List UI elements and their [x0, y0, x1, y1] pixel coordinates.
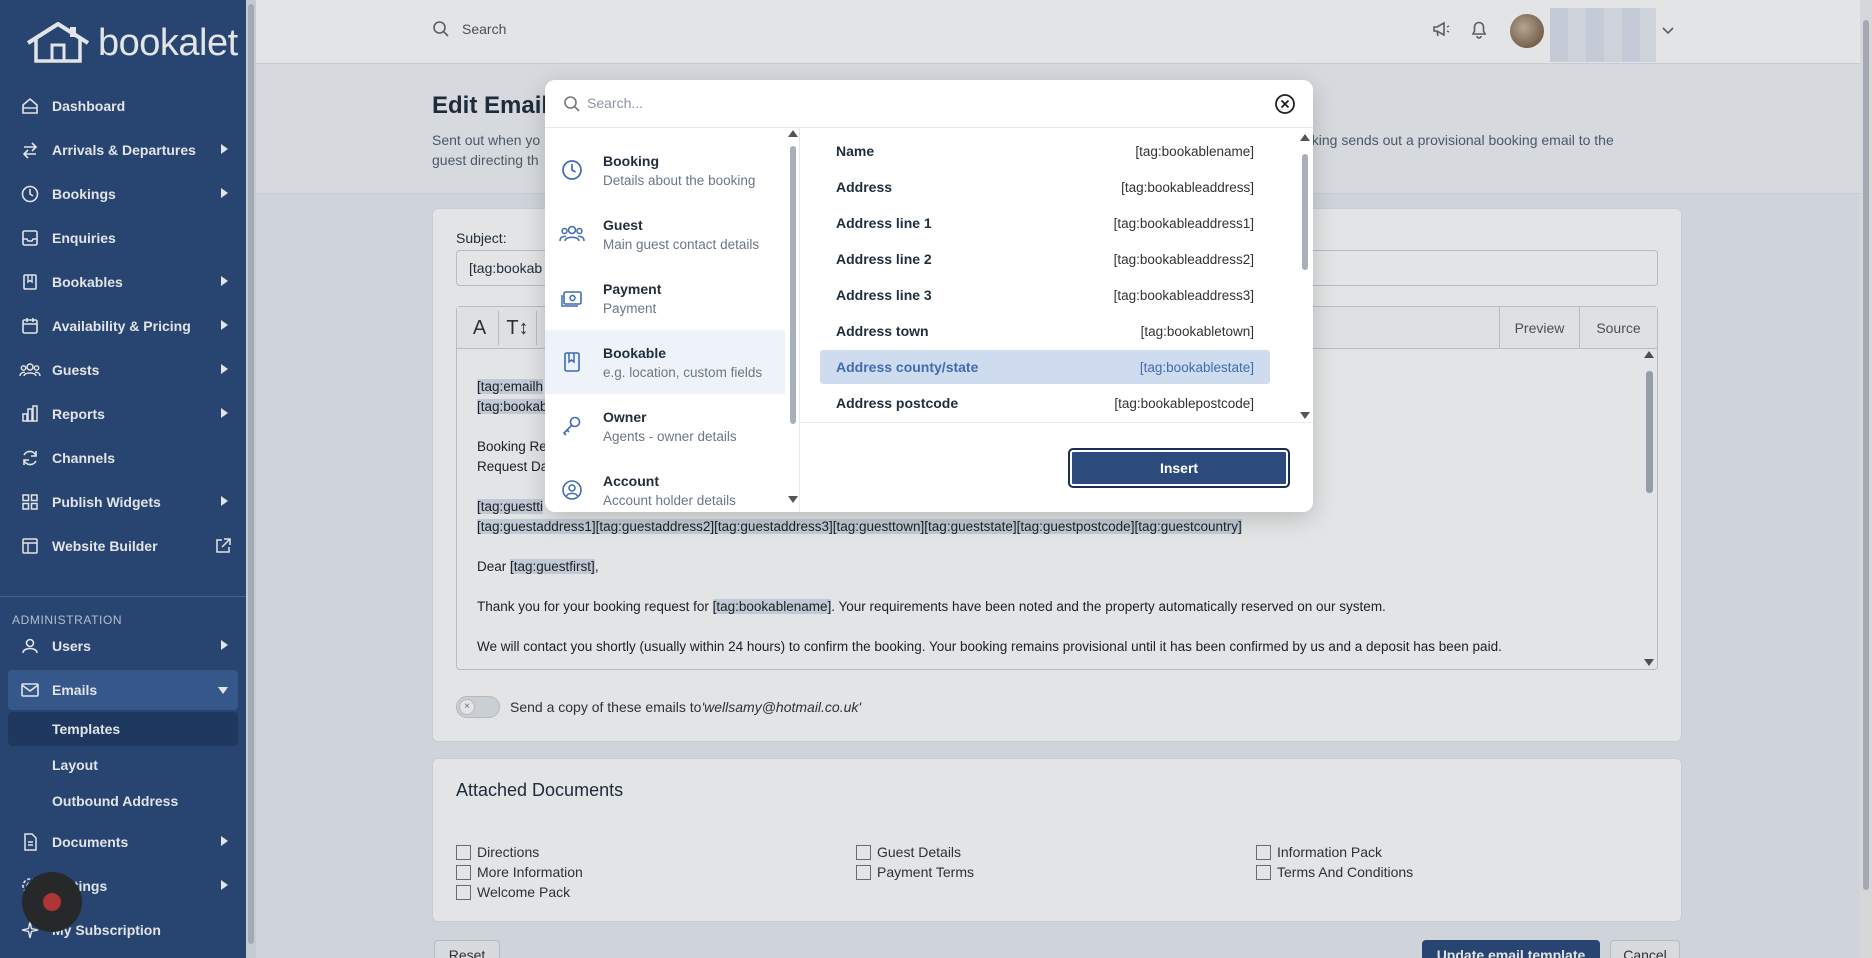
tag-label: Address line 3	[836, 287, 932, 303]
tag-code: [tag:bookablename]	[1135, 143, 1254, 159]
tag-code: [tag:bookableaddress]	[1121, 179, 1254, 195]
tag-row-address-county-state[interactable]: Address county/state [tag:bookablestate]	[820, 350, 1270, 384]
category-name: Payment	[603, 280, 662, 297]
tag-code: [tag:bookabletown]	[1140, 323, 1254, 339]
category-payment[interactable]: Payment Payment	[545, 266, 785, 330]
tag-scrollbar[interactable]	[1298, 132, 1312, 420]
tag-row-address-line-2[interactable]: Address line 2 [tag:bookableaddress2]	[820, 242, 1270, 276]
scroll-down-icon[interactable]	[788, 496, 798, 503]
tag-row-address-postcode[interactable]: Address postcode [tag:bookablepostcode]	[820, 386, 1270, 420]
category-bookable[interactable]: Bookable e.g. location, custom fields	[545, 330, 785, 394]
category-account[interactable]: Account Account holder details	[545, 458, 785, 512]
tag-code: [tag:bookablestate]	[1139, 359, 1254, 375]
tag-code: [tag:bookableaddress1]	[1113, 215, 1254, 231]
tag-row-name[interactable]: Name [tag:bookablename]	[820, 134, 1270, 168]
tag-label: Address town	[836, 323, 929, 339]
category-sub: Details about the booking	[603, 172, 756, 188]
insert-tag-modal: Search... Booking Details about the booki…	[545, 80, 1313, 512]
insert-button[interactable]: Insert	[1068, 448, 1290, 488]
modal-divider	[800, 422, 1313, 423]
tag-label: Address postcode	[836, 395, 959, 411]
tag-list: Name [tag:bookablename] Address [tag:booka…	[800, 128, 1313, 422]
scroll-up-icon[interactable]	[788, 130, 798, 137]
clock-icon	[559, 157, 585, 183]
book-icon	[559, 349, 585, 375]
close-icon[interactable]	[1274, 93, 1296, 115]
tag-row-address-line-3[interactable]: Address line 3 [tag:bookableaddress3]	[820, 278, 1270, 312]
account-icon	[559, 477, 585, 503]
tag-row-address-line-1[interactable]: Address line 1 [tag:bookableaddress1]	[820, 206, 1270, 240]
tag-row-address[interactable]: Address [tag:bookableaddress]	[820, 170, 1270, 204]
scroll-up-icon[interactable]	[1300, 134, 1310, 141]
category-sub: Agents - owner details	[603, 428, 737, 444]
tag-code: [tag:bookableaddress2]	[1113, 251, 1254, 267]
scrollbar-thumb[interactable]	[790, 146, 796, 424]
tag-code: [tag:bookableaddress3]	[1113, 287, 1254, 303]
category-name: Bookable	[603, 344, 667, 361]
tag-code: [tag:bookablepostcode]	[1114, 395, 1254, 411]
category-guest[interactable]: Guest Main guest contact details	[545, 202, 785, 266]
search-icon	[564, 96, 580, 112]
category-scrollbar[interactable]	[786, 130, 800, 504]
category-sub: Payment	[603, 300, 657, 316]
category-name: Booking	[603, 152, 659, 169]
category-sub: Account holder details	[603, 492, 736, 508]
category-list: Booking Details about the booking Guest Ma…	[545, 128, 800, 512]
category-name: Owner	[603, 408, 647, 425]
tag-label: Address	[836, 179, 893, 195]
category-booking[interactable]: Booking Details about the booking	[545, 138, 785, 202]
tag-label: Address line 2	[836, 251, 932, 267]
scrollbar-thumb[interactable]	[1302, 154, 1308, 270]
category-sub: e.g. location, custom fields	[603, 364, 763, 380]
category-sub: Main guest contact details	[603, 236, 760, 252]
category-name: Account	[603, 472, 659, 489]
modal-search-bar: Search...	[545, 80, 1313, 128]
modal-search-input[interactable]: Search...	[587, 95, 643, 111]
tag-label: Name	[836, 143, 875, 159]
tag-label: Address line 1	[836, 215, 932, 231]
scroll-down-icon[interactable]	[1300, 412, 1310, 419]
users-icon	[559, 221, 585, 247]
tag-label: Address county/state	[836, 359, 979, 375]
key-icon	[559, 413, 585, 439]
category-name: Guest	[603, 216, 643, 233]
payment-icon	[559, 285, 585, 311]
tag-row-address-town[interactable]: Address town [tag:bookabletown]	[820, 314, 1270, 348]
category-owner[interactable]: Owner Agents - owner details	[545, 394, 785, 458]
